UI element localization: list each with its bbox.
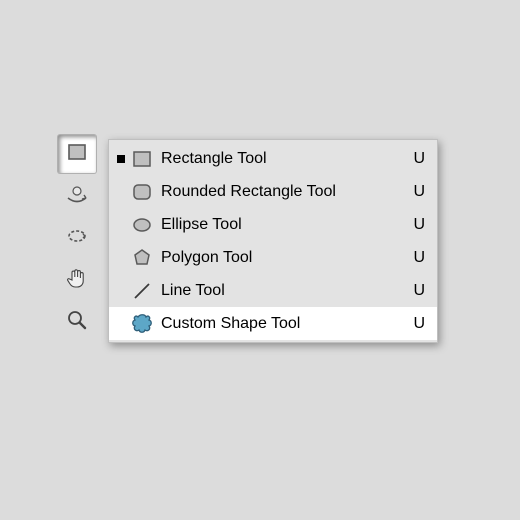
flyout-item-ellipse[interactable]: Ellipse Tool U xyxy=(109,208,437,241)
zoom-icon xyxy=(64,307,90,338)
shapes-flyout: Rectangle Tool U Rounded Rectangle Tool … xyxy=(108,139,438,343)
flyout-item-shortcut: U xyxy=(413,183,425,201)
flyout-item-label: Rounded Rectangle Tool xyxy=(161,183,413,201)
flyout-item-label: Line Tool xyxy=(161,282,413,300)
flyout-item-line[interactable]: Line Tool U xyxy=(109,274,437,307)
flyout-item-label: Polygon Tool xyxy=(161,249,413,267)
flyout-item-polygon[interactable]: Polygon Tool U xyxy=(109,241,437,274)
flyout-item-rectangle[interactable]: Rectangle Tool U xyxy=(109,142,437,175)
ellipse-icon xyxy=(131,214,153,236)
rotate3d-icon xyxy=(64,181,90,212)
hand-tool[interactable] xyxy=(58,261,96,299)
flyout-item-rounded-rectangle[interactable]: Rounded Rectangle Tool U xyxy=(109,175,437,208)
custom-shape-icon xyxy=(131,313,153,335)
flyout-item-custom-shape[interactable]: Custom Shape Tool U xyxy=(109,307,437,340)
hand-icon xyxy=(64,265,90,296)
polygon-icon xyxy=(131,247,153,269)
flyout-item-label: Custom Shape Tool xyxy=(161,315,413,333)
flyout-item-label: Ellipse Tool xyxy=(161,216,413,234)
flyout-item-shortcut: U xyxy=(413,315,425,333)
zoom-tool[interactable] xyxy=(58,303,96,341)
flyout-item-shortcut: U xyxy=(413,249,425,267)
flyout-item-shortcut: U xyxy=(413,150,425,168)
current-marker-icon xyxy=(117,155,125,163)
toolbar xyxy=(58,135,96,345)
rectangle-icon xyxy=(131,148,153,170)
orbit-tool[interactable] xyxy=(58,219,96,257)
flyout-item-shortcut: U xyxy=(413,282,425,300)
flyout-item-shortcut: U xyxy=(413,216,425,234)
line-icon xyxy=(131,280,153,302)
rounded-rectangle-icon xyxy=(131,181,153,203)
rectangle-icon xyxy=(65,140,89,169)
orbit-icon xyxy=(64,223,90,254)
rotate3d-tool[interactable] xyxy=(58,177,96,215)
app-canvas: Rectangle Tool U Rounded Rectangle Tool … xyxy=(0,0,520,520)
shapes-tool[interactable] xyxy=(58,135,96,173)
flyout-item-label: Rectangle Tool xyxy=(161,150,413,168)
